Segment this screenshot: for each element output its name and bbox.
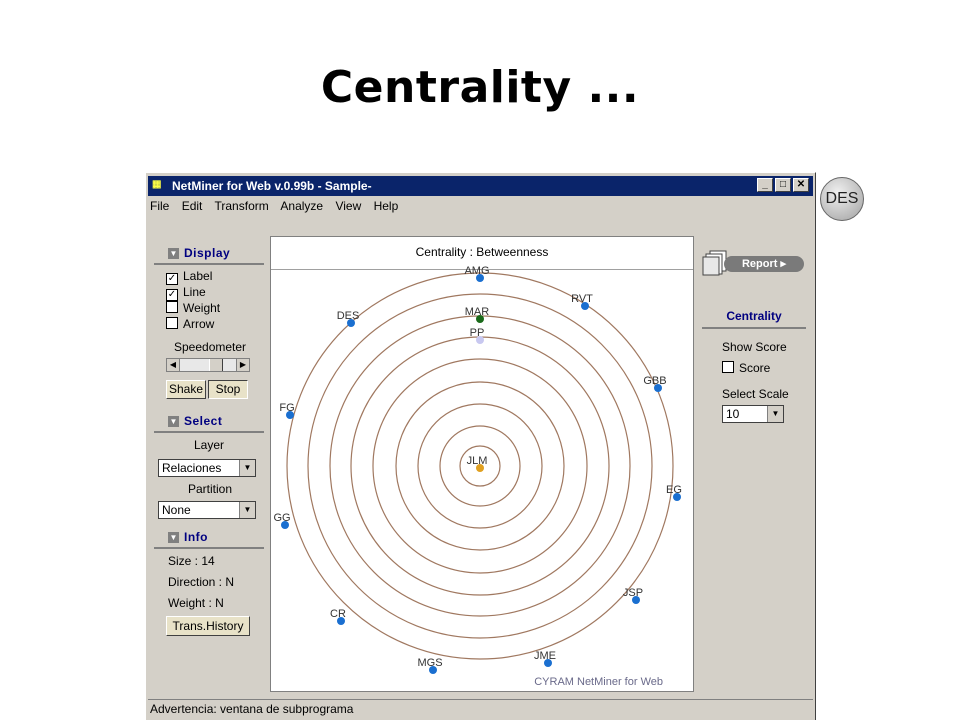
left-panel: ▼ Display ✓ Label ✓ Line Weight Arrow Spee…: [152, 239, 264, 709]
select-header-label: Select: [184, 414, 223, 428]
info-weight: Weight : N: [168, 596, 224, 610]
trans-history-button[interactable]: Trans.History: [166, 616, 250, 636]
speedometer-slider[interactable]: ◀ ▶: [166, 358, 250, 372]
slide-title: Centrality ...: [320, 62, 640, 113]
play-icon: ▸: [780, 258, 787, 270]
title-bar: ▦ NetMiner for Web v.0.99b - Sample- _ □…: [148, 176, 813, 196]
scale-value: 10: [726, 407, 740, 421]
arrow-right-icon[interactable]: ▶: [236, 359, 249, 371]
option-arrow[interactable]: Arrow: [166, 317, 214, 331]
select-section-header[interactable]: ▼ Select: [154, 413, 264, 433]
maximize-button[interactable]: □: [775, 178, 791, 192]
menu-view[interactable]: View: [335, 199, 361, 213]
centrality-section-title: Centrality: [726, 309, 782, 323]
node-label-mar: MAR: [465, 306, 490, 318]
info-size: Size : 14: [168, 554, 215, 568]
dropdown-arrow-icon[interactable]: ▼: [239, 502, 255, 518]
speedometer-label: Speedometer: [174, 340, 247, 354]
show-score-label: Show Score: [722, 340, 787, 354]
app-icon: ▦: [152, 179, 162, 190]
option-line[interactable]: ✓ Line: [166, 285, 206, 301]
partition-label: Partition: [188, 482, 233, 496]
layer-label: Layer: [194, 438, 225, 452]
option-line-text: Line: [183, 285, 206, 299]
app-window: ▦ NetMiner for Web v.0.99b - Sample- _ □…: [145, 172, 816, 720]
window-title: NetMiner for Web v.0.99b - Sample-: [172, 179, 372, 193]
dropdown-arrow-icon[interactable]: ▼: [767, 406, 783, 422]
report-label: Report: [741, 258, 778, 270]
node-label-jme: JME: [534, 650, 556, 662]
option-label-text: Label: [183, 269, 213, 283]
node-label-fg: FG: [279, 402, 294, 414]
option-weight-text: Weight: [183, 301, 221, 315]
collapse-icon: ▼: [168, 532, 179, 543]
report-button[interactable]: Report ▸: [702, 249, 806, 277]
status-text: Advertencia: ventana de subprograma: [150, 702, 354, 716]
display-header-label: Display: [184, 246, 231, 260]
display-section-header[interactable]: ▼ Display: [154, 245, 264, 265]
node-label-amg: AMG: [464, 265, 489, 277]
layer-select[interactable]: Relaciones ▼: [158, 459, 256, 477]
menu-bar: File Edit Transform Analyze View Help: [150, 199, 407, 217]
node-label-jsp: JSP: [623, 587, 643, 599]
checkbox-icon[interactable]: ✓: [166, 273, 178, 285]
partition-select[interactable]: None ▼: [158, 501, 256, 519]
dropdown-arrow-icon[interactable]: ▼: [239, 460, 255, 476]
minimize-button[interactable]: _: [757, 178, 773, 192]
menu-analyze[interactable]: Analyze: [280, 199, 323, 213]
menu-help[interactable]: Help: [374, 199, 399, 213]
score-label: Score: [739, 361, 771, 375]
layer-value: Relaciones: [162, 461, 222, 475]
stop-button[interactable]: Stop: [208, 380, 248, 399]
menu-transform[interactable]: Transform: [215, 199, 269, 213]
select-scale-label: Select Scale: [722, 387, 789, 401]
checkbox-icon[interactable]: [722, 361, 734, 373]
option-label[interactable]: ✓ Label: [166, 269, 212, 285]
arrow-left-icon[interactable]: ◀: [167, 359, 180, 371]
checkbox-icon[interactable]: [166, 301, 178, 313]
scale-select[interactable]: 10 ▼: [722, 405, 784, 423]
partition-value: None: [162, 503, 191, 517]
option-weight[interactable]: Weight: [166, 301, 220, 315]
graph-panel: Centrality : Betweenness AMG RVT MAR DES PP G…: [270, 236, 694, 692]
collapse-icon: ▼: [168, 416, 179, 427]
close-button[interactable]: ✕: [793, 178, 809, 192]
score-option[interactable]: Score: [722, 361, 770, 375]
node-label-des: DES: [337, 310, 360, 322]
section-divider: [702, 327, 806, 329]
info-direction: Direction : N: [168, 575, 235, 589]
node-label-jlm: JLM: [467, 455, 488, 467]
node-label-gbb: GBB: [643, 375, 666, 387]
menu-file[interactable]: File: [150, 199, 169, 213]
node-label-eg: EG: [666, 484, 682, 496]
slider-thumb[interactable]: [209, 359, 223, 371]
info-header-label: Info: [184, 530, 208, 544]
checkbox-icon[interactable]: [166, 317, 178, 329]
node-label-gg: GG: [273, 512, 290, 524]
node-label-pp: PP: [470, 327, 485, 339]
shake-button[interactable]: Shake: [166, 380, 206, 399]
des-badge: DES: [820, 177, 864, 221]
watermark: CYRAM NetMiner for Web: [534, 676, 663, 688]
checkbox-icon[interactable]: ✓: [166, 289, 178, 301]
info-section-header[interactable]: ▼ Info: [154, 529, 264, 549]
status-bar: Advertencia: ventana de subprograma: [148, 699, 813, 718]
option-arrow-text: Arrow: [183, 317, 215, 331]
node-label-mgs: MGS: [417, 657, 442, 669]
node-label-cr: CR: [330, 608, 346, 620]
menu-edit[interactable]: Edit: [182, 199, 203, 213]
centrality-graph[interactable]: AMG RVT MAR DES PP GBB FG JLM EG GG JSP CR JME MGS: [271, 237, 693, 691]
collapse-icon: ▼: [168, 248, 179, 259]
node-label-rvt: RVT: [571, 293, 593, 305]
